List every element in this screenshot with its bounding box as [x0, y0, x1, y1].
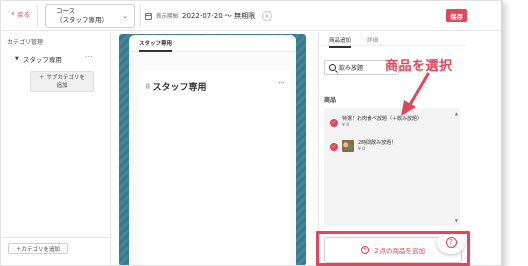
section-title-text: スタッフ専用	[152, 83, 207, 93]
annotation-arrow-icon	[401, 72, 430, 116]
caret-down-icon[interactable]: ▼	[15, 56, 19, 62]
add-subcategory-label-2: 追加	[56, 83, 68, 89]
chevron-left-icon: ‹	[11, 9, 15, 19]
section-more-icon[interactable]: ···	[278, 79, 285, 87]
course-name-line2: （スタッフ専用）	[56, 16, 108, 24]
product-list: ▲ ✓ 特選！お肉食べ放題（＋飲み放題） ¥ 0 ✓ 2時間飲み放題！ ¥ 0 …	[324, 108, 460, 226]
more-icon[interactable]: ···	[85, 53, 93, 61]
period-value: 2022-07-20 〜 無期限	[182, 12, 256, 20]
product-price: ¥ 0	[342, 123, 350, 128]
menu-preview: スタッフ専用 ⠿ スタッフ専用 ···	[112, 32, 317, 265]
app-window: ‹ 戻る コース （スタッフ専用） ⌄ 表示期間 2022-07-20 〜 無期…	[0, 0, 503, 266]
phone-preview: スタッフ専用 ⠿ スタッフ専用 ···	[129, 35, 296, 265]
annotation-highlight-box	[316, 231, 470, 266]
back-label: 戻る	[17, 12, 30, 19]
checkbox-checked-icon[interactable]: ✓	[330, 119, 338, 127]
top-header: ‹ 戻る コース （スタッフ専用） ⌄ 表示期間 2022-07-20 〜 無期…	[1, 1, 501, 31]
add-subcategory-label-1: ＋ サブカテゴリを	[39, 75, 85, 81]
save-button[interactable]: 保存	[446, 9, 467, 22]
sidebar-title: カテゴリ管理	[7, 39, 44, 46]
course-select[interactable]: コース （スタッフ専用） ⌄	[45, 4, 135, 28]
clear-period-icon[interactable]: ×	[262, 11, 273, 21]
chevron-down-icon: ⌄	[122, 12, 128, 20]
search-value: 飲み放題	[339, 65, 364, 72]
sidebar-item-staff[interactable]: ▼ スタッフ専用	[15, 54, 62, 64]
category-sidebar: カテゴリ管理 ▼ スタッフ専用 ··· ＋ サブカテゴリを 追加 ＋カテゴリを追…	[1, 32, 111, 265]
panel-tabs: 商品追加 詳細	[319, 32, 465, 48]
product-name: 2時間飲み放題！	[358, 140, 397, 146]
display-period[interactable]: 表示期間 2022-07-20 〜 無期限 ×	[145, 11, 273, 21]
sidebar-item-label: スタッフ専用	[22, 56, 62, 64]
calendar-icon	[145, 12, 152, 20]
header-divider	[37, 5, 38, 27]
add-subcategory-button[interactable]: ＋ サブカテゴリを 追加	[30, 71, 94, 92]
preview-tab-staff[interactable]: スタッフ専用	[139, 39, 173, 52]
course-select-label: コース （スタッフ専用）	[56, 7, 108, 25]
list-item[interactable]: ✓ 2時間飲み放題！ ¥ 0	[330, 140, 396, 153]
drag-handle-icon[interactable]: ⠿	[145, 83, 151, 91]
period-label: 表示期間	[156, 14, 179, 20]
product-price: ¥ 0	[358, 147, 366, 152]
section-title: ⠿ スタッフ専用	[145, 80, 207, 94]
preview-tabs: スタッフ専用	[129, 35, 296, 52]
scroll-down-icon[interactable]: ▼	[455, 218, 458, 223]
tab-add-products[interactable]: 商品追加	[329, 36, 352, 48]
checkbox-checked-icon[interactable]: ✓	[330, 143, 338, 151]
add-category-button[interactable]: ＋カテゴリを追加	[8, 243, 68, 254]
preview-section: ⠿ スタッフ専用 ···	[139, 70, 289, 265]
product-thumbnail	[342, 140, 354, 152]
scroll-up-icon[interactable]: ▲	[455, 111, 458, 116]
header-divider	[140, 5, 141, 27]
search-icon	[329, 64, 336, 71]
products-section-label: 商品	[324, 97, 337, 104]
course-name-line1: コース	[56, 7, 76, 15]
product-info: 2時間飲み放題！ ¥ 0	[358, 140, 396, 153]
tab-details[interactable]: 詳細	[367, 36, 378, 44]
back-button[interactable]: ‹ 戻る	[11, 9, 30, 20]
sidebar-divider	[1, 237, 110, 238]
